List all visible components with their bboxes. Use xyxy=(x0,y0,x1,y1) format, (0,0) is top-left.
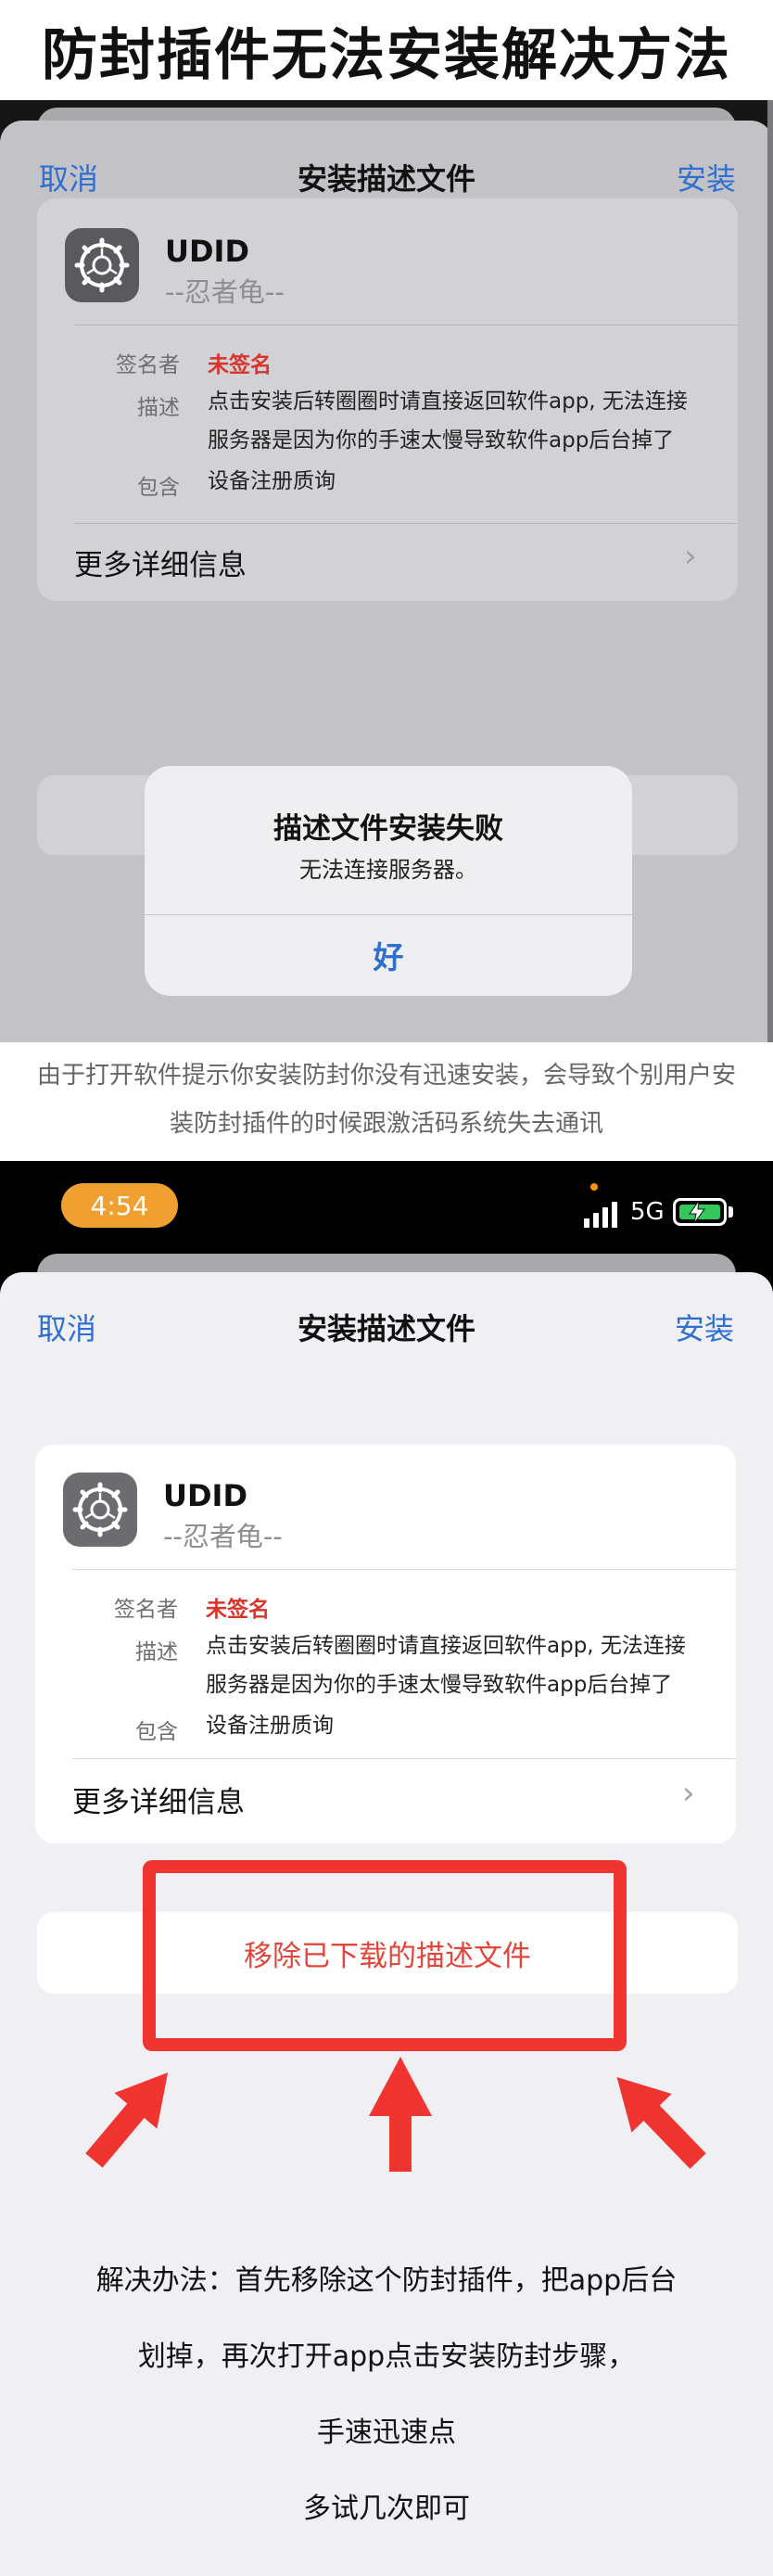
battery-cap xyxy=(729,1206,733,1218)
alert-title: 描述文件安装失败 xyxy=(273,812,503,846)
signer-label: 签名者 xyxy=(116,353,180,377)
profile-card: UDID --忍者龟-- 签名者 未签名 描述 点击安装后转圈圈时请直接返回软件… xyxy=(35,1445,736,1843)
contains-value: 设备注册质询 xyxy=(206,1714,334,1738)
profile-subtitle: --忍者龟-- xyxy=(163,1521,283,1552)
description-line-2: 服务器是因为你的手速太慢导致软件app后台掉了 xyxy=(206,1673,673,1697)
description-line-1: 点击安装后转圈圈时请直接返回软件app, 无法连接 xyxy=(206,1634,686,1658)
description-label: 描述 xyxy=(135,1640,178,1664)
alert-ok-button[interactable]: 好 xyxy=(145,914,632,996)
settings-gear-icon xyxy=(65,228,139,302)
divider xyxy=(74,523,738,524)
caption-line-1: 由于打开软件提示你安装防封你没有迅速安装，会导致个别用户安 xyxy=(36,1062,736,1090)
chevron-right-icon: › xyxy=(682,1775,695,1812)
more-details-link[interactable]: 更多详细信息 xyxy=(74,542,247,583)
install-button[interactable]: 安装 xyxy=(677,156,736,198)
gear-icon xyxy=(72,1482,128,1537)
caption: 由于打开软件提示你安装防封你没有迅速安装，会导致个别用户安 装防封插件的时候跟激… xyxy=(0,1042,773,1161)
arrow-annotations xyxy=(85,2057,706,2172)
solution-line-2: 划掉，再次打开app点击安装防封步骤， xyxy=(137,2340,636,2373)
page-title: 防封插件无法安装解决方法 xyxy=(42,22,731,88)
chevron-right-icon: › xyxy=(684,538,697,575)
caption-line-2: 装防封插件的时候跟激活码系统失去通讯 xyxy=(169,1110,603,1138)
contains-label: 包含 xyxy=(135,1720,178,1744)
profile-card: UDID --忍者龟-- 签名者 未签名 描述 点击安装后转圈圈时请直接返回软件… xyxy=(37,198,738,601)
charging-bolt-icon xyxy=(689,1201,705,1223)
solution-line-4: 多试几次即可 xyxy=(303,2493,470,2525)
divider xyxy=(72,1569,736,1570)
description-line-1: 点击安装后转圈圈时请直接返回软件app, 无法连接 xyxy=(208,389,688,414)
arrow-up-icon xyxy=(369,2057,432,2172)
nav-title: 安装描述文件 xyxy=(297,1311,475,1346)
settings-gear-icon xyxy=(63,1473,137,1547)
network-type: 5G xyxy=(630,1198,665,1226)
install-failed-alert: 描述文件安装失败 无法连接服务器。 好 xyxy=(145,766,632,996)
highlight-box xyxy=(143,1860,627,2051)
description-label: 描述 xyxy=(137,396,180,420)
nav-title: 安装描述文件 xyxy=(297,161,475,197)
contains-label: 包含 xyxy=(137,476,180,500)
sheet-edge xyxy=(767,100,773,1042)
profile-name: UDID xyxy=(163,1478,248,1513)
signal-icon xyxy=(584,1202,617,1228)
battery-charging-icon xyxy=(673,1198,727,1226)
arrow-up-right-icon xyxy=(85,2072,169,2168)
more-details-link[interactable]: 更多详细信息 xyxy=(72,1779,245,1820)
solution-line-1: 解决办法：首先移除这个防封插件，把app后台 xyxy=(95,2264,678,2297)
header-title-bar: 防封插件无法安装解决方法 xyxy=(0,0,773,100)
profile-subtitle: --忍者龟-- xyxy=(165,276,285,308)
contains-value: 设备注册质询 xyxy=(208,469,336,493)
divider xyxy=(72,1758,736,1759)
signer-value: 未签名 xyxy=(206,1598,270,1622)
install-button[interactable]: 安装 xyxy=(675,1306,734,1348)
arrow-up-left-icon xyxy=(616,2076,706,2169)
gear-icon xyxy=(74,237,130,293)
description-line-2: 服务器是因为你的手速太慢导致软件app后台掉了 xyxy=(208,428,675,453)
alert-message: 无法连接服务器。 xyxy=(299,857,477,883)
signer-value: 未签名 xyxy=(208,353,272,377)
status-time: 4:54 xyxy=(61,1183,178,1228)
privacy-indicator xyxy=(590,1183,598,1191)
profile-name: UDID xyxy=(165,234,250,269)
signer-label: 签名者 xyxy=(114,1598,178,1622)
solution-line-3: 手速迅速点 xyxy=(317,2417,456,2449)
